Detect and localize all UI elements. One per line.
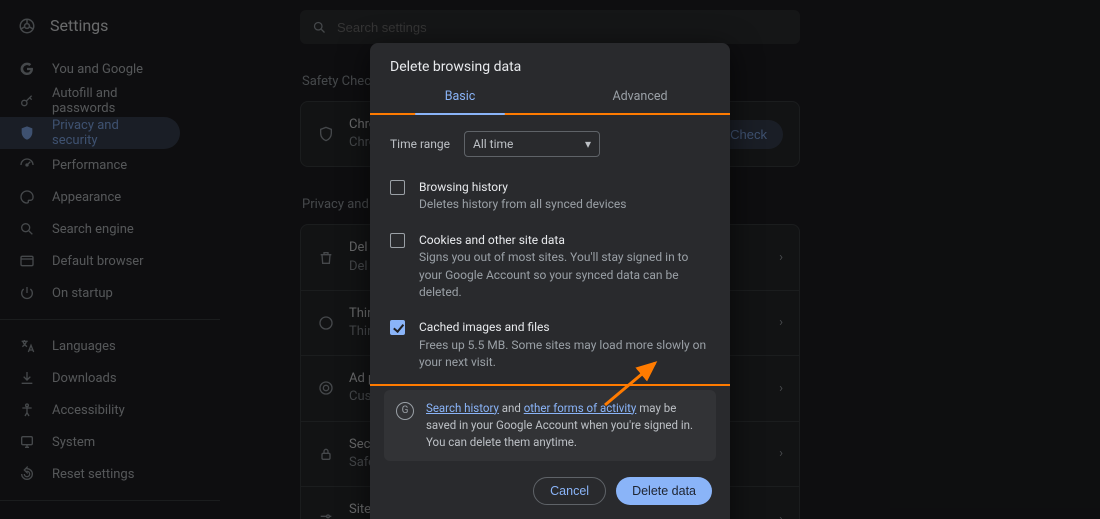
annotation-highlight: Time range All time ▾ Browsing historyDe… (370, 113, 730, 386)
check-cached[interactable]: Cached images and filesFrees up 5.5 MB. … (372, 311, 728, 381)
chevron-down-icon: ▾ (585, 137, 591, 151)
tab-advanced[interactable]: Advanced (550, 79, 730, 114)
google-icon: G (396, 402, 414, 420)
checkbox[interactable] (390, 320, 405, 335)
time-range-select[interactable]: All time ▾ (464, 131, 600, 157)
check-label: Browsing history (419, 179, 627, 196)
check-desc: Signs you out of most sites. You'll stay… (419, 249, 710, 301)
time-range-row: Time range All time ▾ (372, 117, 728, 171)
check-desc: Deletes history from all synced devices (419, 196, 627, 213)
dialog-title: Delete browsing data (370, 43, 730, 79)
tab-basic[interactable]: Basic (370, 79, 550, 114)
time-range-value: All time (473, 137, 513, 151)
search-history-link[interactable]: Search history (426, 401, 499, 415)
app-root: Settings You and Google Autofill and pas… (0, 0, 1100, 519)
time-range-label: Time range (390, 137, 450, 151)
check-label: Cookies and other site data (419, 232, 710, 249)
delete-data-button[interactable]: Delete data (616, 477, 712, 505)
google-activity-info: G Search history and other forms of acti… (384, 390, 716, 462)
check-browsing-history[interactable]: Browsing historyDeletes history from all… (372, 171, 728, 224)
checkbox[interactable] (390, 233, 405, 248)
dialog-tabs: Basic Advanced (370, 79, 730, 115)
delete-browsing-data-dialog: Delete browsing data Basic Advanced Time… (370, 43, 730, 519)
other-activity-link[interactable]: other forms of activity (524, 401, 637, 415)
check-label: Cached images and files (419, 319, 710, 336)
check-cookies[interactable]: Cookies and other site dataSigns you out… (372, 224, 728, 312)
checkbox[interactable] (390, 180, 405, 195)
cancel-button[interactable]: Cancel (533, 477, 606, 505)
dialog-actions: Cancel Delete data (370, 461, 730, 519)
check-desc: Frees up 5.5 MB. Some sites may load mor… (419, 337, 710, 372)
